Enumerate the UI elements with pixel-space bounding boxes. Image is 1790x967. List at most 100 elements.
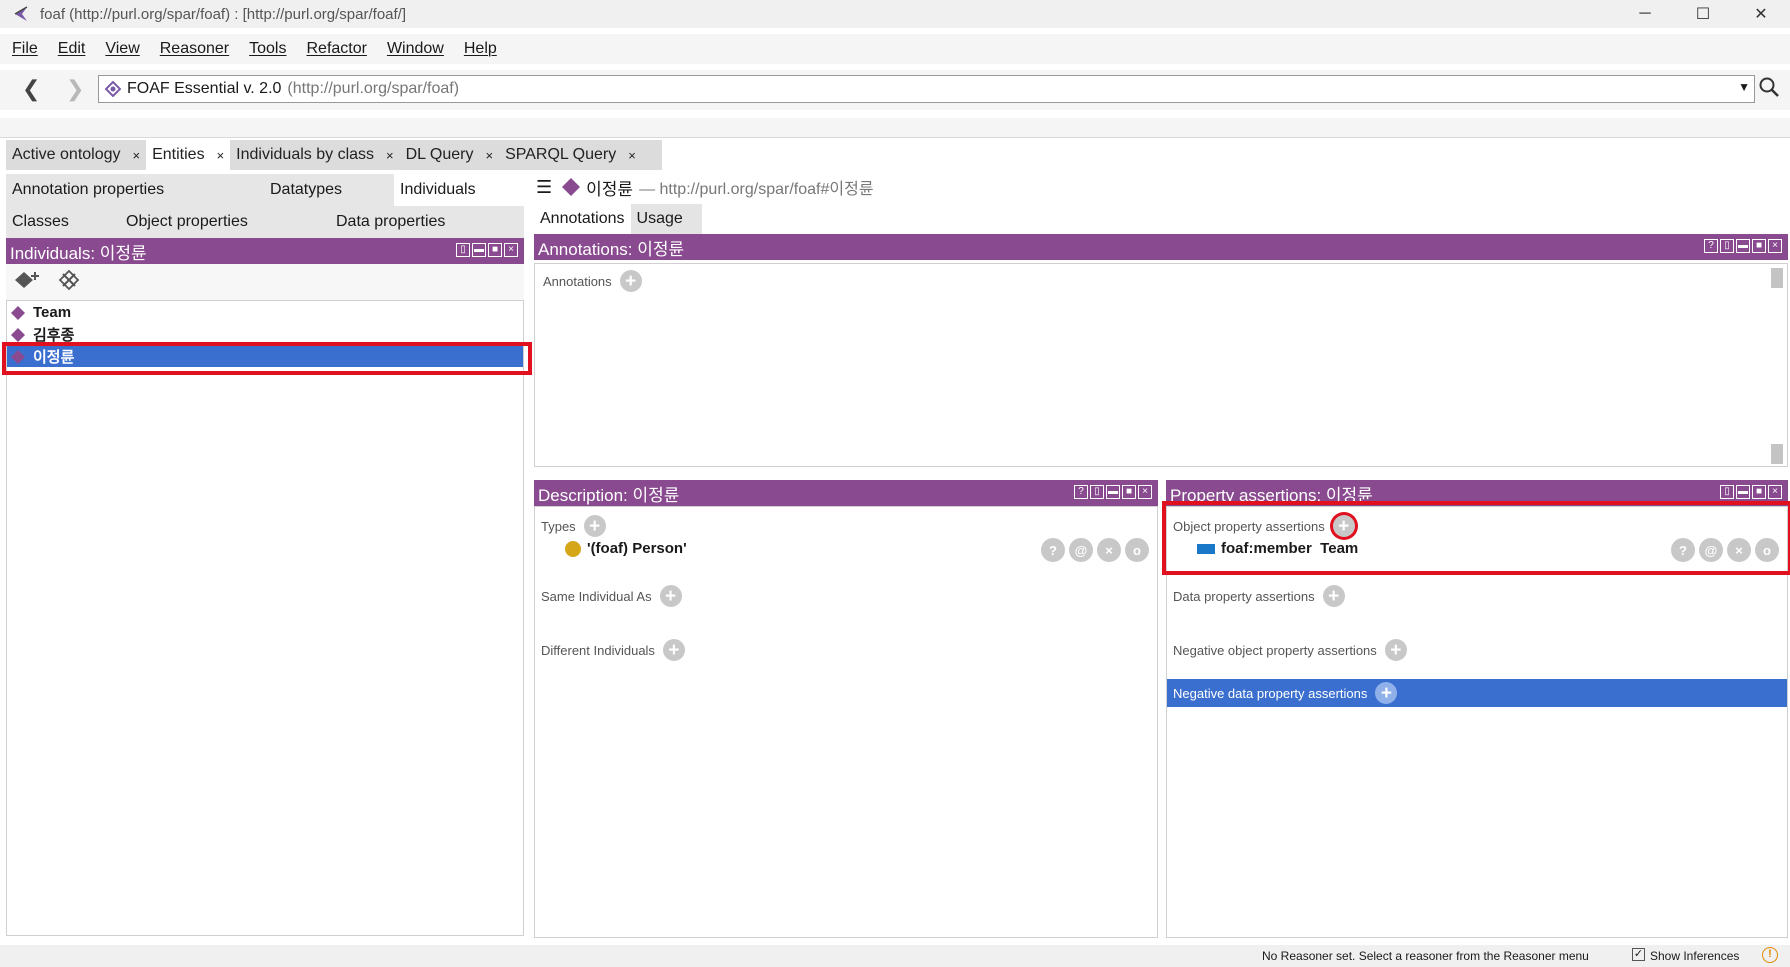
type-value: '(foaf) Person' — [587, 540, 687, 557]
menu-icon[interactable]: ☰ — [536, 177, 552, 198]
left-pane: Annotation properties Datatypes Individu… — [2, 174, 532, 942]
same-individual-section: Same Individual As + — [541, 585, 682, 607]
scrollbar-thumb[interactable] — [1771, 268, 1783, 288]
edit-icon[interactable]: o — [1125, 538, 1149, 562]
subtab-classes[interactable]: Classes — [6, 213, 120, 231]
tab-usage[interactable]: Usage — [631, 204, 689, 234]
add-negative-data-property-button[interactable]: + — [1375, 682, 1398, 704]
add-annotation-button[interactable]: + — [619, 270, 642, 292]
individual-label: Team — [33, 303, 72, 321]
individuals-panel-header: Individuals: 이정륜 ▯ ▬ ■ × — [6, 238, 524, 264]
subtab-individuals[interactable]: Individuals — [394, 174, 524, 206]
protege-app-icon — [12, 4, 32, 24]
section-label: Negative object property assertions — [1173, 642, 1377, 658]
forward-arrow-icon[interactable]: ❯ — [66, 76, 84, 102]
close-view-icon[interactable]: × — [1768, 239, 1782, 253]
different-individuals-section: Different Individuals + — [541, 639, 685, 661]
split-view-icon[interactable]: ▯ — [1090, 485, 1104, 499]
menu-edit[interactable]: Edit — [58, 40, 86, 58]
annotations-panel-header: Annotations: 이정륜 ? ▯ ▬ ■ × — [534, 234, 1788, 260]
tab-label: DL Query — [405, 146, 474, 163]
minimize-button[interactable]: ─ — [1616, 0, 1674, 28]
close-tab-icon[interactable]: × — [217, 148, 225, 163]
split-view-icon[interactable]: ▯ — [1720, 485, 1734, 499]
list-item[interactable]: Team — [7, 301, 523, 323]
add-data-property-button[interactable]: + — [1322, 585, 1345, 607]
add-different-individual-button[interactable]: + — [662, 639, 685, 661]
delete-icon[interactable]: × — [1097, 538, 1121, 562]
close-window-button[interactable]: ✕ — [1732, 0, 1790, 28]
minimize-view-icon[interactable]: ▬ — [472, 243, 486, 257]
dropdown-arrow-icon[interactable]: ▼ — [1738, 80, 1750, 94]
close-view-icon[interactable]: × — [1768, 485, 1782, 499]
section-label: Same Individual As — [541, 588, 652, 604]
add-same-individual-button[interactable]: + — [659, 585, 682, 607]
maximize-button[interactable]: ☐ — [1674, 0, 1732, 28]
add-individual-icon[interactable] — [14, 269, 42, 295]
subtab-object-properties[interactable]: Object properties — [120, 213, 330, 231]
menu-help[interactable]: Help — [464, 40, 497, 58]
search-icon[interactable] — [1758, 76, 1780, 102]
minimize-view-icon[interactable]: ▬ — [1736, 239, 1750, 253]
menu-reasoner[interactable]: Reasoner — [160, 40, 229, 58]
split-view-icon[interactable]: ▯ — [456, 243, 470, 257]
type-row[interactable]: '(foaf) Person' — [565, 540, 687, 557]
tab-sparql-query[interactable]: SPARQL Query × — [499, 140, 642, 170]
tab-dl-query[interactable]: DL Query × — [399, 140, 500, 170]
menu-bar: File Edit View Reasoner Tools Refactor W… — [0, 34, 1790, 64]
help-icon[interactable]: ? — [1074, 485, 1088, 499]
tab-active-ontology[interactable]: Active ontology × — [6, 140, 147, 170]
tab-label: SPARQL Query — [505, 146, 617, 163]
right-pane: ☰ 이정륜 — http://purl.org/spar/foaf#이정륜 An… — [534, 172, 1790, 940]
maximize-view-icon[interactable]: ■ — [1752, 485, 1766, 499]
close-tab-icon[interactable]: × — [485, 148, 493, 163]
maximize-view-icon[interactable]: ■ — [1122, 485, 1136, 499]
reasoner-status-text: No Reasoner set. Select a reasoner from … — [1262, 949, 1589, 963]
help-icon[interactable]: ? — [1704, 239, 1718, 253]
ontology-selector[interactable]: FOAF Essential v. 2.0 (http://purl.org/s… — [98, 75, 1755, 103]
tab-entities[interactable]: Entities × — [146, 140, 231, 170]
class-dot-icon — [565, 540, 581, 557]
annotations-body: Annotations + — [534, 263, 1788, 467]
minimize-view-icon[interactable]: ▬ — [1736, 485, 1750, 499]
close-view-icon[interactable]: × — [1138, 485, 1152, 499]
ontology-iri: (http://purl.org/spar/foaf) — [287, 80, 460, 97]
entity-view-tabs: Annotations Usage — [534, 204, 702, 234]
section-label: Different Individuals — [541, 642, 655, 658]
add-type-button[interactable]: + — [583, 515, 606, 537]
panel-title: Annotations: 이정륜 — [538, 239, 685, 259]
navigation-bar: ❮ ❯ FOAF Essential v. 2.0 (http://purl.o… — [0, 70, 1790, 110]
menu-view[interactable]: View — [105, 40, 139, 58]
tab-annotations[interactable]: Annotations — [534, 204, 631, 234]
section-label: Annotations — [543, 273, 612, 289]
subtab-annotation-properties[interactable]: Annotation properties — [6, 181, 264, 199]
show-inferences-checkbox[interactable]: ✓ — [1632, 948, 1645, 961]
minimize-view-icon[interactable]: ▬ — [1106, 485, 1120, 499]
close-tab-icon[interactable]: × — [386, 148, 394, 163]
warning-icon[interactable]: ! — [1762, 947, 1778, 963]
close-tab-icon[interactable]: × — [133, 148, 141, 163]
menu-refactor[interactable]: Refactor — [306, 40, 366, 58]
close-view-icon[interactable]: × — [504, 243, 518, 257]
scrollbar-thumb[interactable] — [1771, 444, 1783, 464]
entity-subtabs: Annotation properties Datatypes Individu… — [6, 174, 524, 238]
maximize-view-icon[interactable]: ■ — [488, 243, 502, 257]
subtab-datatypes[interactable]: Datatypes — [264, 181, 394, 199]
individual-diamond-icon — [11, 305, 25, 320]
back-arrow-icon[interactable]: ❮ — [22, 76, 40, 102]
annotate-icon[interactable]: @ — [1069, 538, 1093, 562]
maximize-view-icon[interactable]: ■ — [1752, 239, 1766, 253]
delete-individual-icon[interactable] — [58, 269, 80, 295]
menu-tools[interactable]: Tools — [249, 40, 286, 58]
tab-individuals-by-class[interactable]: Individuals by class × — [230, 140, 400, 170]
subtab-data-properties[interactable]: Data properties — [330, 213, 524, 231]
explain-icon[interactable]: ? — [1041, 538, 1065, 562]
menu-window[interactable]: Window — [387, 40, 444, 58]
property-assertions-body: Object property assertions + foaf:member… — [1162, 501, 1790, 938]
individuals-toolbar — [6, 264, 524, 300]
split-view-icon[interactable]: ▯ — [1720, 239, 1734, 253]
negative-object-property-section: Negative object property assertions + — [1173, 639, 1407, 661]
add-negative-object-property-button[interactable]: + — [1384, 639, 1407, 661]
close-tab-icon[interactable]: × — [628, 148, 636, 163]
menu-file[interactable]: File — [12, 40, 38, 58]
